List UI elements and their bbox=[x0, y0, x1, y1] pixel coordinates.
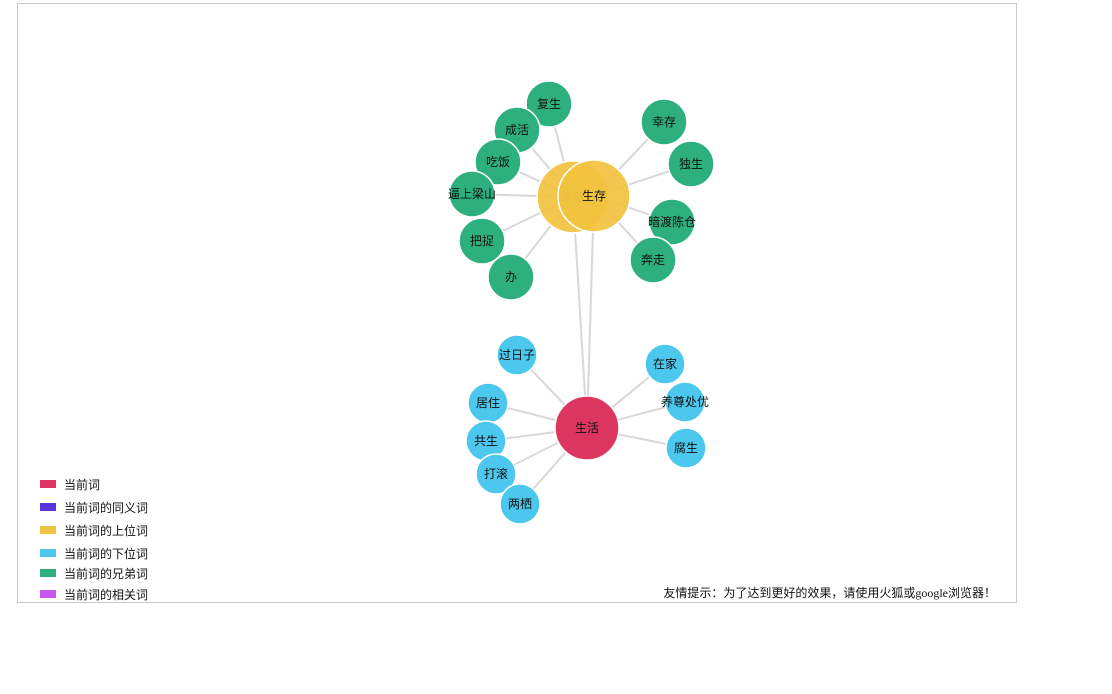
graph-node-liangqi[interactable]: 两栖 bbox=[499, 483, 541, 525]
node-label: 暗渡陈仓 bbox=[648, 214, 696, 229]
graph-nodes[interactable]: 生活活着生存复生成活吃饭逼上梁山把捉办幸存独生暗渡陈仓奔走过日子居住共生打滚两栖… bbox=[448, 80, 715, 525]
node-label: 在家 bbox=[653, 356, 677, 371]
graph-canvas[interactable]: 生活活着生存复生成活吃饭逼上梁山把捉办幸存独生暗渡陈仓奔走过日子居住共生打滚两栖… bbox=[17, 3, 1017, 603]
legend-label: 当前词的同义词 bbox=[64, 500, 149, 515]
graph-node-xingcun[interactable]: 幸存 bbox=[640, 98, 688, 146]
graph-node-zaijia[interactable]: 在家 bbox=[644, 343, 686, 385]
node-label: 腐生 bbox=[674, 440, 698, 455]
node-label: 办 bbox=[505, 269, 517, 284]
node-label: 居住 bbox=[476, 396, 500, 410]
legend-label: 当前词的下位词 bbox=[64, 546, 149, 561]
graph-node-shengcun[interactable]: 生存 bbox=[557, 159, 631, 233]
word-relation-graph[interactable]: 生活活着生存复生成活吃饭逼上梁山把捉办幸存独生暗渡陈仓奔走过日子居住共生打滚两栖… bbox=[18, 4, 1016, 602]
graph-node-bishang[interactable]: 逼上梁山 bbox=[448, 170, 496, 218]
node-label: 独生 bbox=[679, 157, 703, 171]
node-label: 共生 bbox=[474, 434, 498, 448]
graph-node-yangzun[interactable]: 养尊处优 bbox=[661, 381, 709, 423]
node-label: 两栖 bbox=[508, 496, 532, 511]
legend-label: 当前词 bbox=[64, 477, 101, 492]
node-label: 生活 bbox=[575, 421, 599, 435]
legend-swatch bbox=[40, 503, 56, 511]
legend-item: 当前词 bbox=[40, 476, 100, 492]
node-label: 把捉 bbox=[470, 233, 494, 248]
graph-node-ban[interactable]: 办 bbox=[487, 253, 535, 301]
legend-label: 当前词的兄弟词 bbox=[64, 566, 149, 581]
legend-item: 当前词的相关词 bbox=[40, 586, 148, 602]
node-label: 生存 bbox=[582, 189, 606, 203]
node-label: 奔走 bbox=[641, 253, 665, 267]
legend-item: 当前词的兄弟词 bbox=[40, 565, 148, 581]
legend-swatch bbox=[40, 526, 56, 534]
legend-item: 当前词的同义词 bbox=[40, 499, 148, 515]
browser-hint: 友情提示：为了达到更好的效果，请使用火狐或google浏览器！ bbox=[663, 586, 996, 600]
legend-swatch bbox=[40, 549, 56, 557]
legend-swatch bbox=[40, 569, 56, 577]
legend-swatch bbox=[40, 480, 56, 488]
graph-node-shenghuo[interactable]: 生活 bbox=[554, 395, 620, 461]
node-label: 成活 bbox=[505, 123, 529, 137]
node-label: 幸存 bbox=[652, 115, 676, 129]
node-label: 吃饭 bbox=[486, 155, 510, 169]
node-label: 复生 bbox=[537, 97, 561, 111]
graph-node-dusheng[interactable]: 独生 bbox=[667, 140, 715, 188]
graph-node-fusheng2[interactable]: 腐生 bbox=[665, 427, 707, 469]
node-label: 养尊处优 bbox=[661, 394, 709, 409]
legend-swatch bbox=[40, 590, 56, 598]
legend-item: 当前词的上位词 bbox=[40, 522, 148, 538]
graph-node-guorizi[interactable]: 过日子 bbox=[496, 334, 538, 376]
legend-item: 当前词的下位词 bbox=[40, 545, 148, 561]
graph-node-juzhu[interactable]: 居住 bbox=[467, 382, 509, 424]
node-label: 打滚 bbox=[484, 466, 508, 481]
legend-label: 当前词的上位词 bbox=[64, 523, 149, 538]
node-label: 逼上梁山 bbox=[448, 186, 496, 201]
legend-label: 当前词的相关词 bbox=[64, 587, 149, 602]
graph-node-benzou[interactable]: 奔走 bbox=[629, 236, 677, 284]
node-label: 过日子 bbox=[499, 348, 535, 362]
